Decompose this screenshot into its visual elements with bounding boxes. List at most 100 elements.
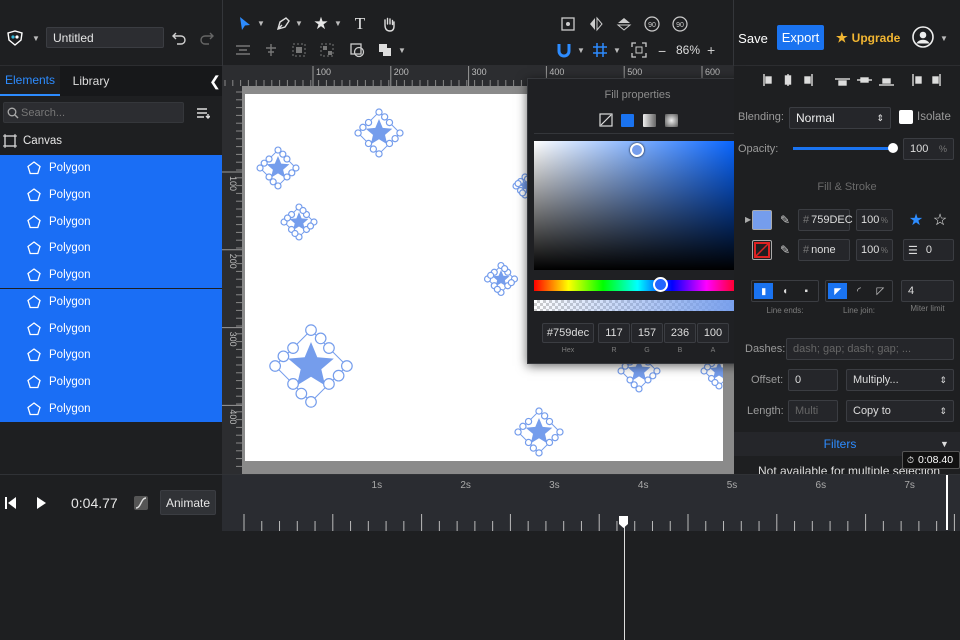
miter-limit-input[interactable]: 4 <box>901 280 954 302</box>
timeline-track[interactable]: 1s2s3s4s5s6s7s8s <box>222 475 960 531</box>
fill-swatch[interactable] <box>752 210 772 230</box>
end-marker[interactable] <box>945 475 948 530</box>
dashes-input[interactable]: dash; gap; dash; gap; ... <box>786 338 954 360</box>
line-end-round-icon[interactable]: ◖ <box>775 283 794 299</box>
rotate-cw-90-icon[interactable]: 90 <box>669 13 691 35</box>
chevron-down-icon[interactable]: ▼ <box>613 46 621 55</box>
chevron-down-icon[interactable]: ▼ <box>940 34 948 43</box>
offset-input[interactable]: 0 <box>788 369 838 391</box>
star-filled-icon[interactable]: ★ <box>905 209 927 231</box>
offset-mode-select[interactable]: Multiply... ⇕ <box>846 369 954 391</box>
stroke-swatch[interactable] <box>752 240 772 260</box>
align-center-icon[interactable] <box>260 39 282 61</box>
solid-fill-icon[interactable] <box>621 114 634 127</box>
text-tool-icon[interactable]: T <box>349 13 371 35</box>
line-join-bevel-icon[interactable]: ◸ <box>871 283 890 299</box>
color-picker-handle[interactable] <box>630 143 644 157</box>
line-end-square-icon[interactable]: ▪ <box>797 283 816 299</box>
stroke-hex-input[interactable]: # none <box>798 239 850 261</box>
layer-canvas-root[interactable]: Canvas <box>0 128 222 155</box>
flip-horizontal-icon[interactable] <box>585 13 607 35</box>
stroke-opacity-input[interactable]: 100% <box>856 239 893 261</box>
align-distribute-icon[interactable] <box>232 39 254 61</box>
length-mode-select[interactable]: Copy to ⇕ <box>846 400 954 422</box>
star-outline-icon[interactable]: ☆ <box>929 209 951 231</box>
fill-opacity-input[interactable]: 100% <box>856 209 893 231</box>
layer-item-polygon[interactable]: Polygon <box>0 235 222 262</box>
easing-curve-icon[interactable] <box>130 492 152 514</box>
hue-slider-handle[interactable] <box>653 277 668 292</box>
layer-item-polygon[interactable]: Polygon <box>0 368 222 396</box>
layer-item-polygon[interactable]: Polygon <box>0 288 222 316</box>
eyedropper-icon[interactable]: ✎ <box>774 209 796 231</box>
opacity-slider-handle[interactable] <box>888 143 898 153</box>
align-buttons-icon[interactable] <box>760 71 950 89</box>
app-logo-icon[interactable] <box>4 27 26 49</box>
play-icon[interactable] <box>30 492 52 514</box>
shape-star-tool-icon[interactable]: ★ <box>310 13 332 35</box>
rotate-ccw-90-icon[interactable]: 90 <box>641 13 663 35</box>
no-fill-icon[interactable] <box>599 113 613 127</box>
line-end-butt-icon[interactable]: ▮ <box>754 283 774 299</box>
blending-select[interactable]: Normal ⇕ <box>789 107 891 129</box>
collapse-panel-icon[interactable]: ❮ <box>208 66 222 96</box>
chevron-down-icon[interactable]: ▼ <box>334 19 342 28</box>
chevron-down-icon[interactable]: ▼ <box>577 46 585 55</box>
line-join-miter-icon[interactable]: ◤ <box>828 283 848 299</box>
alpha-input[interactable]: 100 <box>697 323 729 343</box>
linear-gradient-icon[interactable] <box>643 114 656 127</box>
layer-item-polygon[interactable]: Polygon <box>0 395 222 422</box>
chevron-down-icon[interactable]: ▼ <box>32 34 40 43</box>
user-avatar-icon[interactable] <box>912 26 934 48</box>
redo-icon[interactable] <box>196 27 218 49</box>
playhead-handle[interactable] <box>619 516 629 528</box>
animate-button[interactable]: Animate <box>160 490 216 515</box>
hue-slider[interactable] <box>534 280 741 291</box>
layer-item-polygon[interactable]: Polygon <box>0 155 222 182</box>
line-join-round-icon[interactable]: ◜ <box>849 283 868 299</box>
blue-input[interactable]: 236 <box>664 323 696 343</box>
radial-gradient-icon[interactable] <box>665 114 678 127</box>
zoom-in-button[interactable]: + <box>707 42 715 58</box>
document-title-input[interactable] <box>46 27 164 48</box>
layer-item-polygon[interactable]: Polygon <box>0 208 222 236</box>
ungroup-icon[interactable] <box>316 39 338 61</box>
select-tool-icon[interactable] <box>234 13 256 35</box>
expand-arrow-icon[interactable]: ▶ <box>745 215 751 224</box>
layer-item-polygon[interactable]: Polygon <box>0 315 222 342</box>
layer-item-polygon[interactable]: Polygon <box>0 261 222 289</box>
hand-tool-icon[interactable] <box>378 13 400 35</box>
zoom-out-button[interactable]: − <box>658 43 666 59</box>
mask-icon[interactable] <box>346 39 368 61</box>
tab-library[interactable]: Library <box>60 66 122 96</box>
zoom-fit-icon[interactable] <box>628 39 650 61</box>
export-button[interactable]: Export <box>777 25 824 50</box>
boolean-ops-icon[interactable] <box>374 39 396 61</box>
group-icon[interactable] <box>288 39 310 61</box>
hex-input[interactable]: #759dec <box>542 323 594 343</box>
eyedropper-icon[interactable]: ✎ <box>774 239 796 261</box>
undo-icon[interactable] <box>168 27 190 49</box>
isolate-checkbox[interactable] <box>899 110 913 124</box>
grid-icon[interactable] <box>589 39 611 61</box>
upgrade-button[interactable]: ★ Upgrade <box>836 26 900 50</box>
alpha-slider[interactable] <box>534 300 741 311</box>
opacity-slider[interactable] <box>793 147 893 150</box>
stroke-width-input[interactable]: ☰ 0 <box>903 239 954 261</box>
layer-item-polygon[interactable]: Polygon <box>0 341 222 369</box>
chevron-down-icon[interactable]: ▼ <box>295 19 303 28</box>
skip-to-start-icon[interactable] <box>0 492 22 514</box>
fit-selection-icon[interactable] <box>557 13 579 35</box>
snap-magnet-icon[interactable] <box>553 39 575 61</box>
chevron-down-icon[interactable]: ▼ <box>257 19 265 28</box>
green-input[interactable]: 157 <box>631 323 663 343</box>
layer-search-field[interactable]: Search... <box>3 102 184 123</box>
save-button[interactable]: Save <box>733 26 773 50</box>
sort-list-icon[interactable] <box>192 102 214 124</box>
pen-tool-icon[interactable] <box>272 13 294 35</box>
fill-hex-input[interactable]: #759DEC <box>798 209 853 231</box>
length-input[interactable]: Multi <box>788 400 838 422</box>
opacity-input[interactable]: 100 % <box>903 138 954 160</box>
flip-vertical-icon[interactable] <box>613 13 635 35</box>
red-input[interactable]: 117 <box>598 323 630 343</box>
